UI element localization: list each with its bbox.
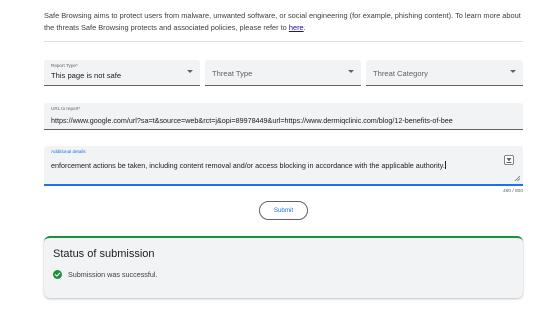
status-message: Submission was successful.: [68, 270, 158, 279]
url-value: https://www.google.com/url?sa=t&source=w…: [51, 116, 453, 125]
threat-category-placeholder: Threat Category: [373, 69, 428, 78]
check-circle-icon: [53, 270, 62, 279]
additional-details-textarea[interactable]: Additional details enforcement actions b…: [44, 146, 523, 186]
additional-details-text: enforcement actions be taken, including …: [51, 160, 501, 171]
submit-button[interactable]: Submit: [259, 201, 308, 220]
divider: [44, 41, 523, 42]
intro-text: Safe Browsing aims to protect users from…: [44, 10, 524, 34]
dropdown-caret-icon: [510, 70, 516, 73]
report-type-label: Report Type*: [51, 63, 78, 68]
additional-details-value: enforcement actions be taken, including …: [51, 161, 445, 170]
threat-category-select[interactable]: Threat Category: [366, 60, 523, 86]
report-type-select[interactable]: Report Type* This page is not safe: [44, 60, 200, 86]
report-type-value: This page is not safe: [51, 71, 122, 80]
additional-details-label: Additional details: [51, 149, 86, 154]
status-row: Submission was successful.: [53, 270, 157, 279]
here-link[interactable]: here: [289, 23, 304, 32]
dropdown-caret-icon: [187, 70, 193, 73]
threat-type-select[interactable]: Threat Type: [205, 60, 361, 86]
dropdown-caret-icon: [348, 70, 354, 73]
status-title: Status of submission: [53, 248, 155, 260]
threat-type-placeholder: Threat Type: [212, 69, 253, 78]
status-card: Status of submission Submission was succ…: [44, 236, 523, 298]
intro-body: Safe Browsing aims to protect users from…: [44, 11, 521, 32]
text-cursor: [444, 161, 446, 169]
intro-end: .: [303, 23, 306, 32]
url-label: URL to report*: [51, 106, 81, 111]
grammar-assist-icon[interactable]: [504, 155, 514, 165]
resize-handle-icon[interactable]: [514, 175, 520, 181]
url-field[interactable]: URL to report* https://www.google.com/ur…: [44, 103, 523, 130]
character-counter: 480 / 800: [502, 189, 523, 194]
